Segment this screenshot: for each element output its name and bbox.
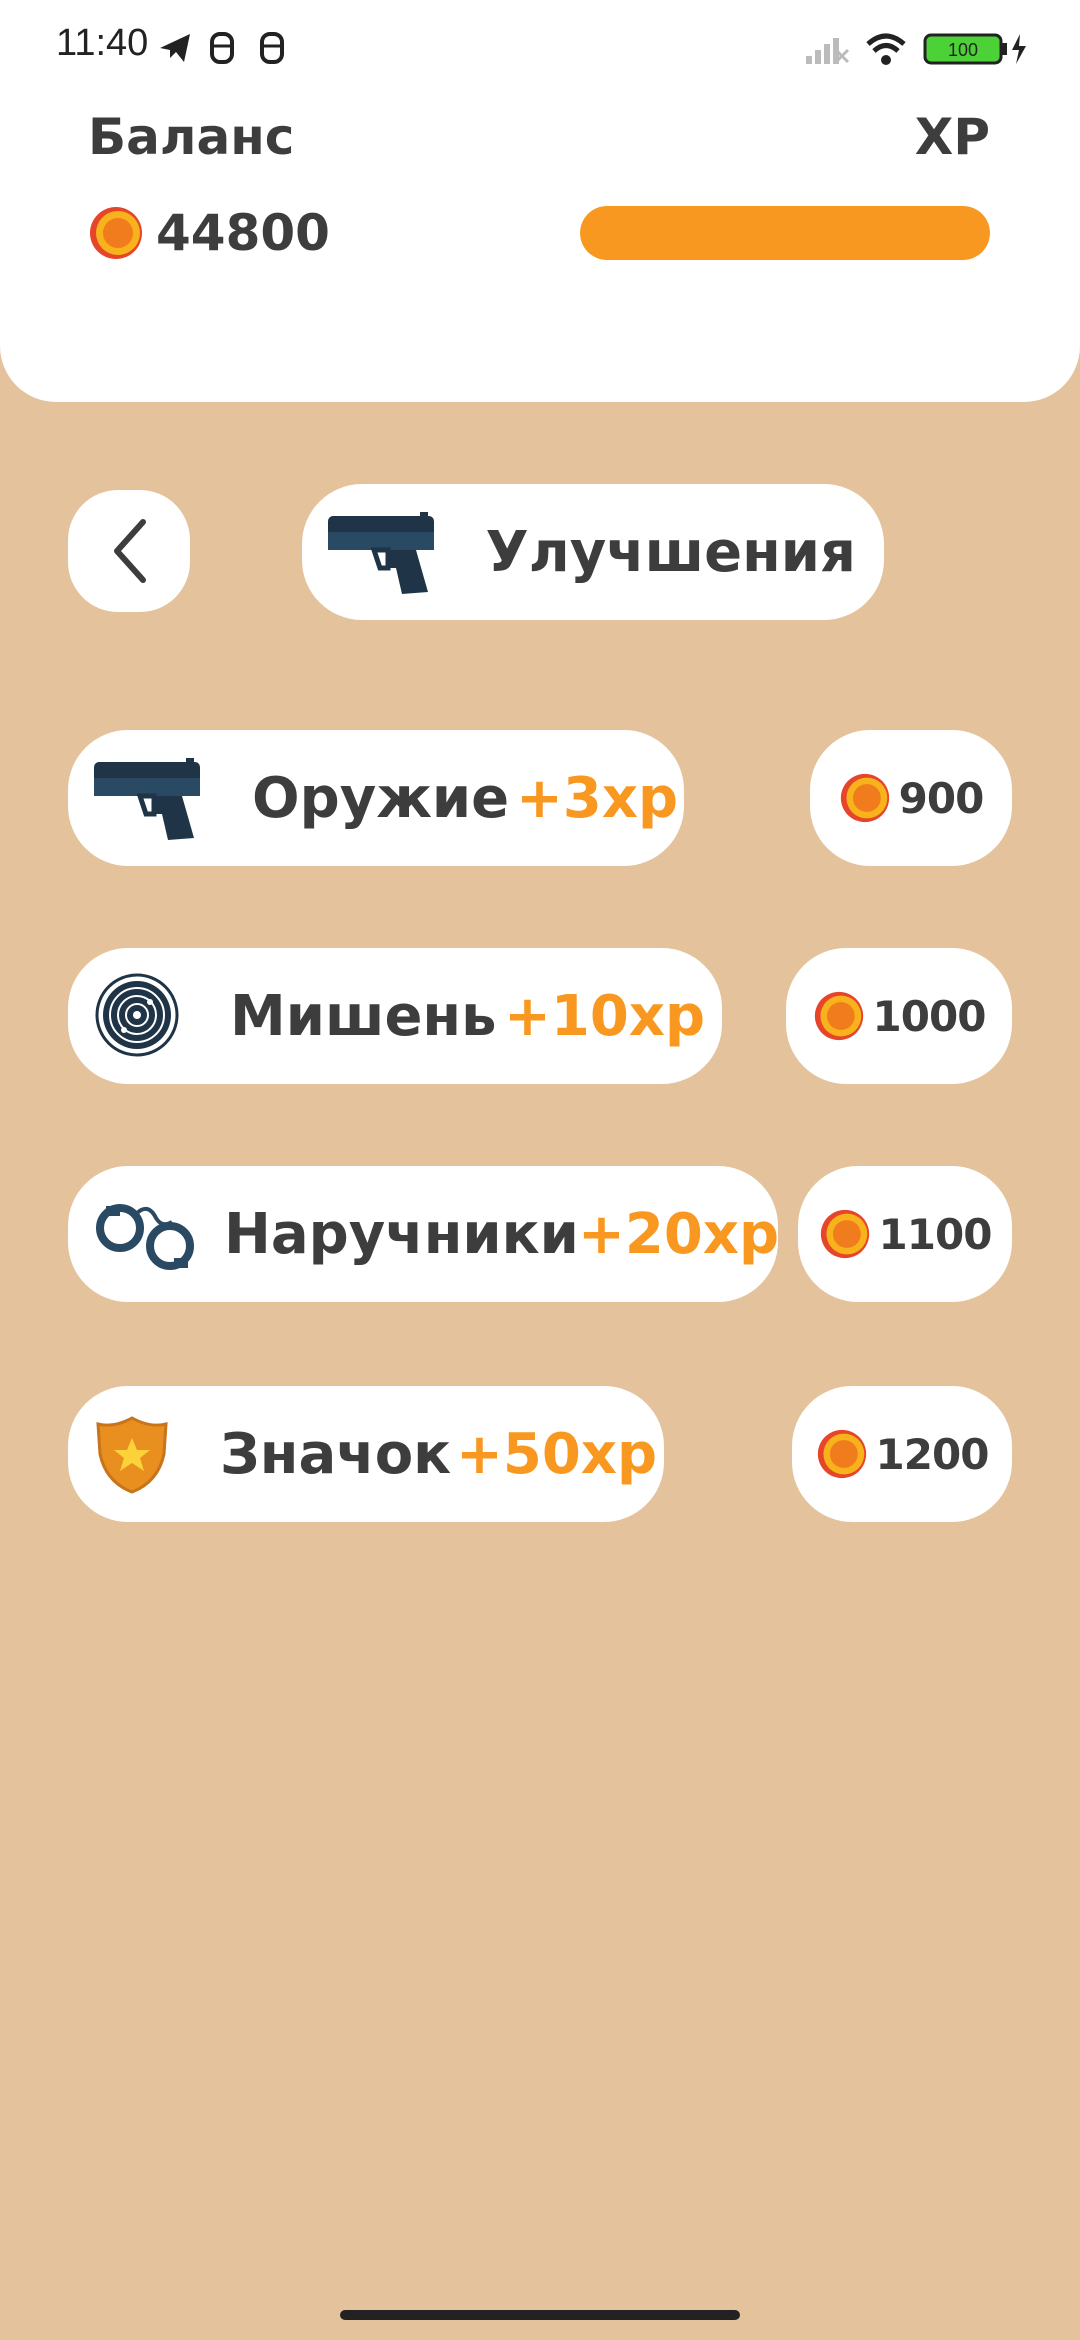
upgrade-xp: +10xp — [504, 983, 706, 1049]
balance-value: 44800 — [156, 204, 330, 262]
upgrade-name: Наручники — [224, 1201, 579, 1267]
price-value: 1000 — [872, 991, 987, 1041]
price-button-target[interactable]: 1000 — [786, 948, 1012, 1084]
telegram-icon — [160, 34, 190, 62]
price-value: 1200 — [875, 1429, 990, 1479]
upgrade-xp: +3xp — [516, 765, 679, 831]
coin-icon — [90, 207, 142, 259]
notification-icon — [210, 32, 234, 64]
upgrade-name: Мишень — [230, 983, 497, 1049]
balance-label: Баланс — [88, 108, 295, 166]
xp-progress-fill — [580, 206, 990, 260]
status-time: 11:40 — [56, 22, 149, 64]
price-button-badge[interactable]: 1200 — [792, 1386, 1012, 1522]
xp-label: XP — [914, 108, 990, 166]
home-indicator[interactable] — [340, 2310, 740, 2320]
status-bar: 11:40 100 — [0, 0, 1080, 96]
signal-icon — [806, 38, 850, 64]
target-icon — [95, 973, 179, 1057]
status-left-icons — [156, 28, 296, 72]
xp-progress-bar — [580, 206, 990, 260]
coin-icon — [840, 773, 889, 823]
upgrade-xp: +50xp — [456, 1421, 658, 1487]
chevron-left-icon — [114, 519, 146, 583]
back-button[interactable] — [68, 490, 190, 612]
notification-icon-2 — [260, 32, 284, 64]
pistol-icon — [94, 758, 200, 840]
balance-row: 44800 — [88, 204, 330, 262]
upgrade-name: Оружие — [252, 765, 510, 831]
upgrade-item-weapon[interactable]: Оружие +3xp — [68, 730, 684, 866]
battery-level: 100 — [948, 40, 978, 60]
title-pill: Улучшения — [302, 484, 884, 620]
upgrade-item-target[interactable]: Мишень +10xp — [68, 948, 722, 1084]
coin-icon — [817, 1429, 866, 1479]
price-button-handcuffs[interactable]: 1100 — [798, 1166, 1012, 1302]
price-button-weapon[interactable]: 900 — [810, 730, 1012, 866]
upgrade-name: Значок — [220, 1421, 452, 1487]
charging-icon — [1012, 34, 1026, 64]
upgrade-xp: +20xp — [578, 1201, 780, 1267]
status-right-icons: 100 — [802, 28, 1032, 72]
battery-icon: 100 — [923, 33, 1007, 65]
pistol-icon — [328, 512, 434, 594]
upgrade-item-handcuffs[interactable]: Наручники +20xp — [68, 1166, 780, 1302]
coin-icon — [814, 991, 863, 1041]
upgrade-item-badge[interactable]: Значок +50xp — [68, 1386, 664, 1522]
price-value: 1100 — [878, 1209, 993, 1259]
page-title: Улучшения — [485, 519, 856, 585]
wifi-icon — [866, 33, 906, 65]
badge-icon — [96, 1416, 168, 1494]
coin-icon — [820, 1209, 869, 1259]
handcuffs-icon — [96, 1204, 194, 1270]
price-value: 900 — [898, 773, 985, 823]
